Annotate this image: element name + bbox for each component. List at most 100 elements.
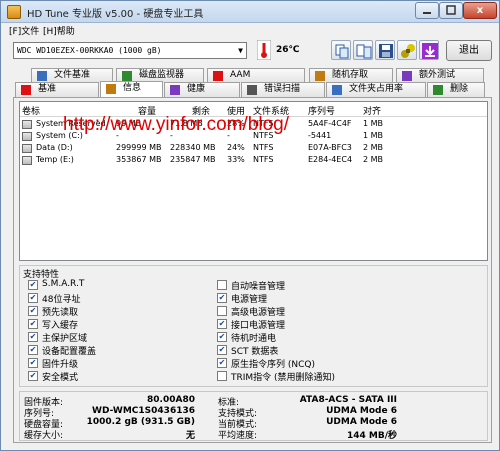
tab-4-top[interactable]: 随机存取 bbox=[309, 68, 393, 83]
info-label: 支持模式: bbox=[218, 409, 258, 419]
random-access-icon bbox=[314, 70, 326, 82]
checked-checkbox-icon[interactable]: ✔ bbox=[28, 319, 38, 329]
menu-file[interactable]: [F]文件 bbox=[9, 24, 39, 37]
tab-5-top[interactable]: 额外测试 bbox=[396, 68, 484, 83]
drive-icon bbox=[22, 132, 32, 141]
checked-checkbox-icon[interactable]: ✔ bbox=[217, 358, 227, 368]
tab-label: AAM bbox=[230, 70, 251, 80]
info-label: 硬盘容量: bbox=[24, 420, 64, 430]
tab-5-bottom[interactable]: 文件夹占用率 bbox=[326, 82, 426, 97]
drive-select[interactable]: WDC WD10EZEX-00RKKA0 (1000 gB) ▼ bbox=[13, 42, 247, 59]
checked-checkbox-icon[interactable]: ✔ bbox=[217, 345, 227, 355]
tab-2-bottom[interactable]: 信息 bbox=[100, 81, 163, 97]
hdtune-window: HD Tune 专业版 v5.00 - 硬盘专业工具 x [F]文件 [H]帮助… bbox=[0, 0, 500, 451]
feature-label: 写入缓存 bbox=[42, 321, 79, 331]
info-value: WD-WMC1S0436136 bbox=[92, 406, 195, 416]
tab-label: 错误扫描 bbox=[264, 84, 301, 94]
info-value: 无 bbox=[185, 431, 195, 441]
info-value: 1000.2 gB (931.5 GB) bbox=[86, 417, 195, 427]
checked-checkbox-icon[interactable]: ✔ bbox=[217, 332, 227, 342]
checked-checkbox-icon[interactable]: ✔ bbox=[217, 293, 227, 303]
checked-checkbox-icon[interactable]: ✔ bbox=[28, 345, 38, 355]
extra-tests-icon bbox=[401, 70, 413, 82]
info-value: 144 MB/秒 bbox=[346, 431, 397, 441]
feature-label: S.M.A.R.T bbox=[42, 279, 85, 289]
drive-icon bbox=[22, 120, 32, 129]
feature-label: 设备配置覆盖 bbox=[42, 347, 97, 357]
info-label: 平均速度: bbox=[218, 431, 258, 441]
folder-usage-icon bbox=[331, 84, 343, 96]
save-button[interactable] bbox=[375, 40, 395, 60]
info-label: 缓存大小: bbox=[24, 431, 64, 441]
chevron-down-icon: ▼ bbox=[238, 46, 243, 55]
tab-label: 基准 bbox=[38, 84, 57, 94]
title-bar[interactable]: HD Tune 专业版 v5.00 - 硬盘专业工具 x bbox=[1, 1, 499, 23]
tab-1-bottom[interactable]: 基准 bbox=[15, 82, 99, 97]
minimize-button[interactable] bbox=[415, 2, 439, 19]
info-label: 序列号: bbox=[24, 409, 55, 419]
table-cell: Temp (E:) bbox=[36, 155, 74, 164]
table-cell: 1 MB bbox=[363, 119, 384, 128]
exit-button[interactable]: 退出 bbox=[446, 40, 492, 61]
menu-help[interactable]: [H]帮助 bbox=[43, 24, 75, 37]
unchecked-checkbox-icon[interactable] bbox=[217, 371, 227, 381]
column-header-serial[interactable]: 序列号 bbox=[308, 104, 335, 117]
tab-3-bottom[interactable]: 健康 bbox=[164, 82, 240, 97]
table-cell: NTFS bbox=[253, 155, 274, 164]
tab-label: 信息 bbox=[123, 83, 142, 93]
feature-label: 主保护区域 bbox=[42, 334, 88, 344]
copy-all-button[interactable] bbox=[353, 40, 373, 60]
tab-3-top[interactable]: AAM bbox=[207, 68, 305, 83]
maximize-icon bbox=[446, 5, 456, 15]
tab-label: 随机存取 bbox=[332, 70, 369, 80]
download-button[interactable] bbox=[419, 40, 439, 60]
drive-icon bbox=[22, 144, 32, 153]
tab-label: 文件夹占用率 bbox=[349, 84, 404, 94]
feature-label: 待机时通电 bbox=[231, 334, 277, 344]
checked-checkbox-icon[interactable]: ✔ bbox=[28, 293, 38, 303]
tab-label: 文件基准 bbox=[54, 70, 91, 80]
window-title: HD Tune 专业版 v5.00 - 硬盘专业工具 bbox=[27, 9, 204, 20]
checked-checkbox-icon[interactable]: ✔ bbox=[28, 280, 38, 290]
table-cell: 24% bbox=[227, 143, 245, 152]
info-value: 80.00A80 bbox=[147, 395, 195, 405]
drive-info-group: 固件版本: 80.00A80 序列号: WD-WMC1S0436136 硬盘容量: 100… bbox=[19, 391, 488, 441]
toolbar: WDC WD10EZEX-00RKKA0 (1000 gB) ▼ 26℃ 退出 bbox=[1, 37, 499, 65]
file-benchmark-icon bbox=[36, 70, 48, 82]
column-header-alignment[interactable]: 对齐 bbox=[363, 104, 381, 117]
checked-checkbox-icon[interactable]: ✔ bbox=[28, 332, 38, 342]
table-cell: E284-4EC4 bbox=[308, 155, 353, 164]
feature-label: 电源管理 bbox=[231, 295, 268, 305]
feature-label: 固件升级 bbox=[42, 360, 79, 370]
table-row[interactable]: Temp (E:) 353867 MB 235847 MB 33% NTFS E284-4… bbox=[20, 155, 487, 167]
table-row[interactable]: Data (D:) 299999 MB 228340 MB 24% NTFS E07A-B… bbox=[20, 143, 487, 155]
checked-checkbox-icon[interactable]: ✔ bbox=[217, 319, 227, 329]
info-label: 标准: bbox=[218, 398, 240, 408]
watermark-url: http://www.yinfor.com/blog/ bbox=[63, 114, 289, 135]
tab-4-bottom[interactable]: 错误扫描 bbox=[241, 82, 325, 97]
feature-label: 预先读取 bbox=[42, 308, 79, 318]
column-header-label[interactable]: 卷标 bbox=[22, 104, 40, 117]
close-button[interactable]: x bbox=[463, 2, 497, 19]
maximize-button[interactable] bbox=[439, 2, 463, 19]
info-label: 当前模式: bbox=[218, 420, 258, 430]
feature-label: TRIM指令 (禁用删除通知) bbox=[231, 373, 336, 383]
tab-6-bottom[interactable]: 删除 bbox=[427, 82, 485, 97]
feature-label: 48位寻址 bbox=[42, 295, 81, 305]
copy-icon bbox=[335, 44, 349, 59]
table-cell: E07A-BFC3 bbox=[308, 143, 352, 152]
checked-checkbox-icon[interactable]: ✔ bbox=[28, 371, 38, 381]
unchecked-checkbox-icon[interactable] bbox=[217, 280, 227, 290]
unchecked-checkbox-icon[interactable] bbox=[217, 306, 227, 316]
table-cell: 228340 MB bbox=[170, 143, 216, 152]
options-button[interactable] bbox=[397, 40, 417, 60]
table-cell: 235847 MB bbox=[170, 155, 216, 164]
drive-select-value: WDC WD10EZEX-00RKKA0 (1000 gB) bbox=[17, 46, 162, 55]
feature-label: 安全模式 bbox=[42, 373, 79, 383]
copy-info-button[interactable] bbox=[331, 40, 351, 60]
checked-checkbox-icon[interactable]: ✔ bbox=[28, 358, 38, 368]
checked-checkbox-icon[interactable]: ✔ bbox=[28, 306, 38, 316]
table-cell: 299999 MB bbox=[116, 143, 162, 152]
table-cell: 1 MB bbox=[363, 131, 384, 140]
benchmark-icon bbox=[20, 84, 32, 96]
